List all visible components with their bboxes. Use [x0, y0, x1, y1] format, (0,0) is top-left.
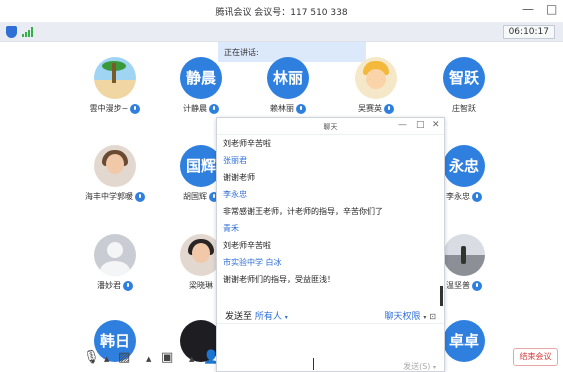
participant-tile[interactable]: 林丽 赖林丽	[244, 57, 332, 114]
avatar: 卓卓	[443, 320, 485, 362]
share-screen-icon[interactable]: ▣	[161, 350, 173, 365]
participant-tile[interactable]: 静晨 计静晨	[157, 57, 245, 114]
chat-scrollbar[interactable]	[440, 286, 443, 306]
participant-name: 雲中漫步~	[89, 104, 129, 113]
chat-message-text: 刘老师辛苦啦	[223, 139, 271, 148]
export-icon[interactable]: ⊡	[429, 312, 436, 321]
microphone-icon	[472, 191, 482, 202]
participant-tile[interactable]: 海丰中学郭暖	[71, 145, 159, 202]
chat-sender[interactable]: 青禾	[223, 223, 438, 240]
chat-permission-label: 聊天权限	[384, 312, 421, 322]
avatar: 智跃	[443, 57, 485, 99]
avatar	[94, 145, 136, 187]
maximize-icon[interactable]: □	[416, 120, 425, 130]
chevron-up-icon[interactable]: ▲	[104, 355, 109, 363]
avatar	[443, 234, 485, 276]
participant-name: 李永忠	[446, 192, 470, 201]
chat-sender[interactable]: 市实验中学 白冰	[223, 257, 438, 274]
participant-tile[interactable]: 智跃 庄智跃	[420, 57, 508, 114]
close-icon[interactable]: ✕	[432, 120, 440, 130]
chat-message-text: 谢谢老师们的指导，受益匪浅！	[223, 275, 335, 284]
participant-tile[interactable]: 潘妙君	[71, 234, 159, 291]
participant-name: 赖林丽	[270, 104, 294, 113]
microphone-icon	[130, 103, 141, 114]
microphone-icon[interactable]: 🎙	[83, 350, 100, 365]
send-button[interactable]: 发送(S) ▾	[403, 361, 436, 372]
end-meeting-button[interactable]: 结束会议	[513, 348, 558, 366]
participant-name: 庄智跃	[452, 104, 476, 113]
avatar: 林丽	[267, 57, 309, 99]
camera-off-icon[interactable]: ▨	[118, 350, 130, 365]
chevron-up-icon[interactable]: ▲	[189, 355, 194, 363]
participant-name: 吴赛英	[358, 104, 382, 113]
participant-name: 胡国辉	[183, 192, 207, 201]
chat-sender[interactable]: 张丽君	[223, 155, 438, 172]
send-button-label: 发送(S)	[403, 362, 431, 371]
send-to-target[interactable]: 所有人	[255, 312, 282, 322]
bottom-control-bar: 🎙 ▲ ▨ ▲ ▣ ▲ 👤	[0, 342, 219, 372]
chat-message-text: 刘老师辛苦啦	[223, 241, 271, 250]
chat-messages: 刘老师辛苦啦 张丽君 谢谢老师 李永忠 非常感谢王老师，计老师的指导，辛苦你们了…	[223, 138, 438, 291]
chat-message-text: 非常感谢王老师，计老师的指导，辛苦你们了	[223, 207, 383, 216]
text-cursor	[313, 358, 314, 370]
avatar: 永忠	[443, 145, 485, 187]
avatar: 静晨	[180, 57, 222, 99]
participant-name: 海丰中学郭暖	[85, 192, 133, 201]
chevron-up-icon[interactable]: ▲	[146, 355, 151, 363]
send-to-label: 发送至	[225, 312, 253, 322]
microphone-icon	[135, 191, 145, 202]
chat-message-text: 谢谢老师	[223, 173, 255, 182]
microphone-icon	[472, 280, 482, 291]
chevron-down-icon[interactable]: ▾	[285, 314, 288, 321]
participant-tile[interactable]: 吴赛英	[332, 57, 420, 114]
microphone-icon	[123, 280, 133, 291]
participant-tile[interactable]: 雲中漫步~	[71, 57, 159, 114]
participant-name: 温坚普	[446, 281, 470, 290]
chat-sender[interactable]: 李永忠	[223, 189, 438, 206]
avatar	[355, 57, 397, 99]
participant-name: 潘妙君	[97, 281, 121, 290]
send-to-selector[interactable]: 发送至 所有人 ▾	[225, 309, 288, 322]
chevron-down-icon[interactable]: ▾	[433, 364, 436, 371]
chat-header: 聊天 — □ ✕	[217, 118, 444, 135]
participant-name: 计静晨	[183, 104, 207, 113]
microphone-icon	[384, 103, 394, 114]
minimize-icon[interactable]: —	[398, 120, 407, 130]
avatar	[94, 57, 136, 99]
microphone-icon	[209, 103, 219, 114]
microphone-icon	[296, 103, 306, 114]
chat-title: 聊天	[323, 123, 338, 131]
avatar	[94, 234, 136, 276]
chat-send-options: 发送至 所有人 ▾ 聊天权限 ▾ ⊡	[217, 304, 444, 324]
chat-window: 聊天 — □ ✕ 刘老师辛苦啦 张丽君 谢谢老师 李永忠 非常感谢王老师，计老师…	[216, 117, 445, 372]
chevron-down-icon: ▾	[423, 314, 427, 321]
participant-name: 梁晓琳	[189, 281, 213, 290]
chat-permission-button[interactable]: 聊天权限 ▾ ⊡	[385, 309, 436, 322]
